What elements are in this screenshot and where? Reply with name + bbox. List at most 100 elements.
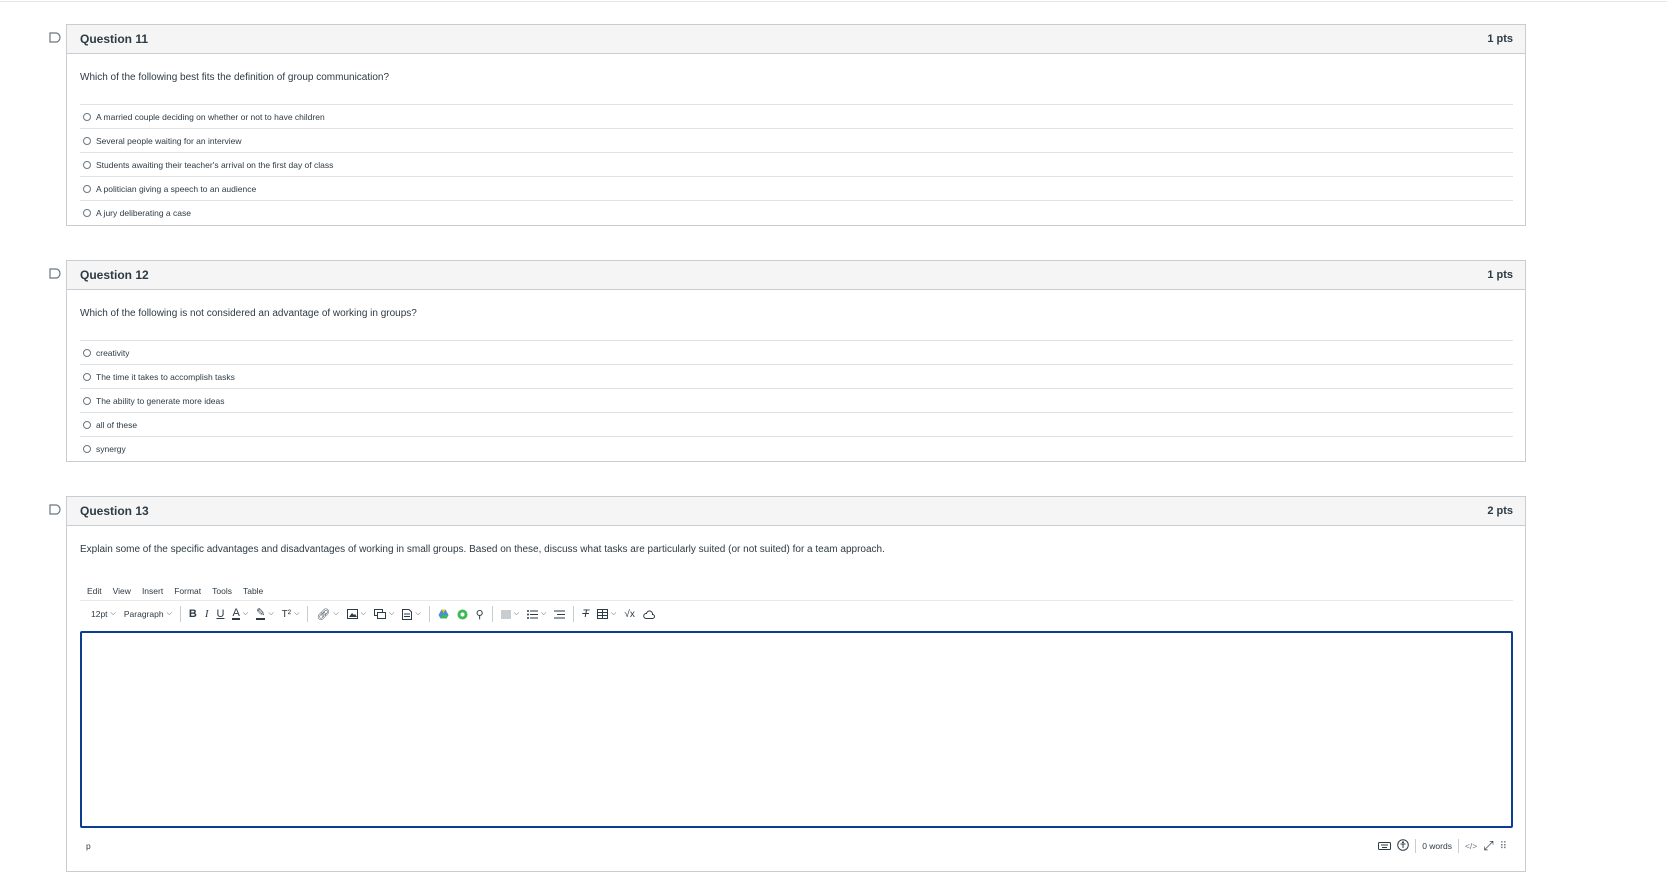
answer-label: A jury deliberating a case xyxy=(96,208,191,218)
answer-label: The ability to generate more ideas xyxy=(96,395,225,406)
highlight-pen-icon: ✎ xyxy=(256,607,266,620)
chevron-down-icon: ⌵ xyxy=(333,610,339,617)
indent-button[interactable] xyxy=(550,605,569,623)
answer-option[interactable]: creativity xyxy=(80,341,1513,365)
answer-option[interactable]: Several people waiting for an interview xyxy=(80,129,1513,153)
answer-option[interactable]: A jury deliberating a case xyxy=(80,201,1513,225)
answer-option[interactable]: all of these xyxy=(80,413,1513,437)
google-drive-button[interactable] xyxy=(434,605,453,623)
answer-label: Students awaiting their teacher's arriva… xyxy=(96,159,334,170)
html-editor-toggle[interactable]: </> xyxy=(1465,841,1477,851)
menu-view[interactable]: View xyxy=(113,586,131,596)
radio-button[interactable] xyxy=(83,348,91,357)
rich-text-editor-area[interactable] xyxy=(80,631,1513,828)
toolbar-separator xyxy=(573,606,575,622)
menu-table[interactable]: Table xyxy=(243,586,263,596)
editor-toolbar: 12pt ⌵ Paragraph ⌵ B I U A ⌵ ✎ ⌵ T² ⌵ 🔗︎ ⌵ ⌵ ⌵… xyxy=(80,601,1513,627)
question-12: Question 12 1 pts Which of the following… xyxy=(66,260,1526,462)
underline-button[interactable]: U xyxy=(213,605,229,623)
radio-button[interactable] xyxy=(83,160,91,169)
top-divider xyxy=(0,1,1667,2)
bold-icon: B xyxy=(188,608,197,620)
text-color-button[interactable]: A ⌵ xyxy=(228,605,252,623)
radio-button[interactable] xyxy=(83,184,91,193)
answer-option[interactable]: synergy xyxy=(80,437,1513,461)
media-button[interactable]: ⌵ xyxy=(370,605,398,623)
answer-list: creativity The time it takes to accompli… xyxy=(80,340,1513,461)
question-header: Question 11 1 pts xyxy=(67,25,1525,54)
cloud-upload-button[interactable] xyxy=(639,605,659,623)
answer-label: A politician giving a speech to an audie… xyxy=(96,183,257,194)
answer-option[interactable]: A politician giving a speech to an audie… xyxy=(80,177,1513,201)
radio-button[interactable] xyxy=(83,112,91,121)
toolbar-separator xyxy=(491,606,493,622)
align-button[interactable]: ⌵ xyxy=(497,605,523,623)
answer-label: creativity xyxy=(96,347,130,358)
flag-question-13-icon[interactable] xyxy=(49,504,61,515)
chevron-down-icon: ⌵ xyxy=(110,610,116,617)
link-button[interactable]: 🔗︎ ⌵ xyxy=(312,605,342,623)
list-button[interactable]: ⌵ xyxy=(523,605,550,623)
bold-button[interactable]: B xyxy=(185,605,201,623)
highlight-button[interactable]: ✎ ⌵ xyxy=(252,605,278,623)
radio-button[interactable] xyxy=(83,445,91,453)
question-13: Question 13 2 pts Explain some of the sp… xyxy=(66,496,1526,872)
resize-handle-icon[interactable]: ⠿ xyxy=(1500,841,1507,852)
accessibility-checker-icon[interactable] xyxy=(1397,839,1410,853)
font-size-select[interactable]: 12pt ⌵ xyxy=(87,605,120,623)
toolbar-separator xyxy=(307,606,309,622)
keyboard-icon[interactable] xyxy=(1378,840,1392,852)
answer-list: A married couple deciding on whether or … xyxy=(80,104,1513,225)
equation-button[interactable]: √x xyxy=(620,605,639,623)
word-count[interactable]: 0 words xyxy=(1422,841,1452,851)
lti-tool-button[interactable]: ⚲ xyxy=(472,605,488,623)
answer-label: The time it takes to accomplish tasks xyxy=(96,371,235,382)
answer-option[interactable]: The ability to generate more ideas xyxy=(80,389,1513,413)
media-icon xyxy=(374,609,386,619)
menu-insert[interactable]: Insert xyxy=(142,586,163,596)
answer-label: A married couple deciding on whether or … xyxy=(96,111,325,122)
chevron-down-icon: ⌵ xyxy=(611,610,617,617)
question-points: 1 pts xyxy=(1487,33,1513,45)
element-path[interactable]: p xyxy=(86,841,91,851)
flag-question-11-icon[interactable] xyxy=(49,32,61,43)
chevron-down-icon: ⌵ xyxy=(166,610,172,617)
radio-button[interactable] xyxy=(83,136,91,145)
italic-icon: I xyxy=(204,608,209,620)
chevron-down-icon: ⌵ xyxy=(242,610,249,617)
answer-option[interactable]: The time it takes to accomplish tasks xyxy=(80,365,1513,389)
indent-icon xyxy=(554,610,566,618)
status-separator xyxy=(1415,839,1417,853)
radio-button[interactable] xyxy=(83,209,91,217)
toolbar-separator xyxy=(428,606,430,622)
radio-button[interactable] xyxy=(83,396,91,405)
block-format-select[interactable]: Paragraph ⌵ xyxy=(120,605,176,623)
radio-button[interactable] xyxy=(83,372,91,381)
question-points: 1 pts xyxy=(1487,269,1513,281)
bullet-list-icon xyxy=(527,609,538,619)
table-button[interactable]: ⌵ xyxy=(593,605,620,623)
radio-button[interactable] xyxy=(83,420,91,429)
answer-option[interactable]: Students awaiting their teacher's arriva… xyxy=(80,153,1513,177)
question-points: 2 pts xyxy=(1487,505,1513,517)
font-size-value: 12pt xyxy=(91,609,108,619)
clear-formatting-button[interactable]: T xyxy=(578,605,593,623)
superscript-button[interactable]: T² ⌵ xyxy=(278,605,304,623)
fullscreen-expand-icon[interactable]: ⤢ xyxy=(1483,838,1493,854)
apps-button[interactable] xyxy=(453,605,472,623)
question-title: Question 11 xyxy=(80,32,149,46)
chevron-down-icon: ⌵ xyxy=(294,610,300,617)
question-title: Question 13 xyxy=(80,504,149,518)
answer-label: Several people waiting for an interview xyxy=(96,135,242,146)
italic-button[interactable]: I xyxy=(201,605,213,623)
menu-tools[interactable]: Tools xyxy=(212,586,232,596)
image-button[interactable]: ⌵ xyxy=(343,605,370,623)
document-button[interactable]: ⌵ xyxy=(398,605,424,623)
answer-option[interactable]: A married couple deciding on whether or … xyxy=(80,105,1513,129)
flag-question-12-icon[interactable] xyxy=(49,268,61,279)
menu-edit[interactable]: Edit xyxy=(87,586,102,596)
clear-formatting-icon: T xyxy=(582,608,590,620)
toolbar-separator xyxy=(179,606,181,622)
chevron-down-icon: ⌵ xyxy=(541,610,547,617)
menu-format[interactable]: Format xyxy=(174,586,201,596)
